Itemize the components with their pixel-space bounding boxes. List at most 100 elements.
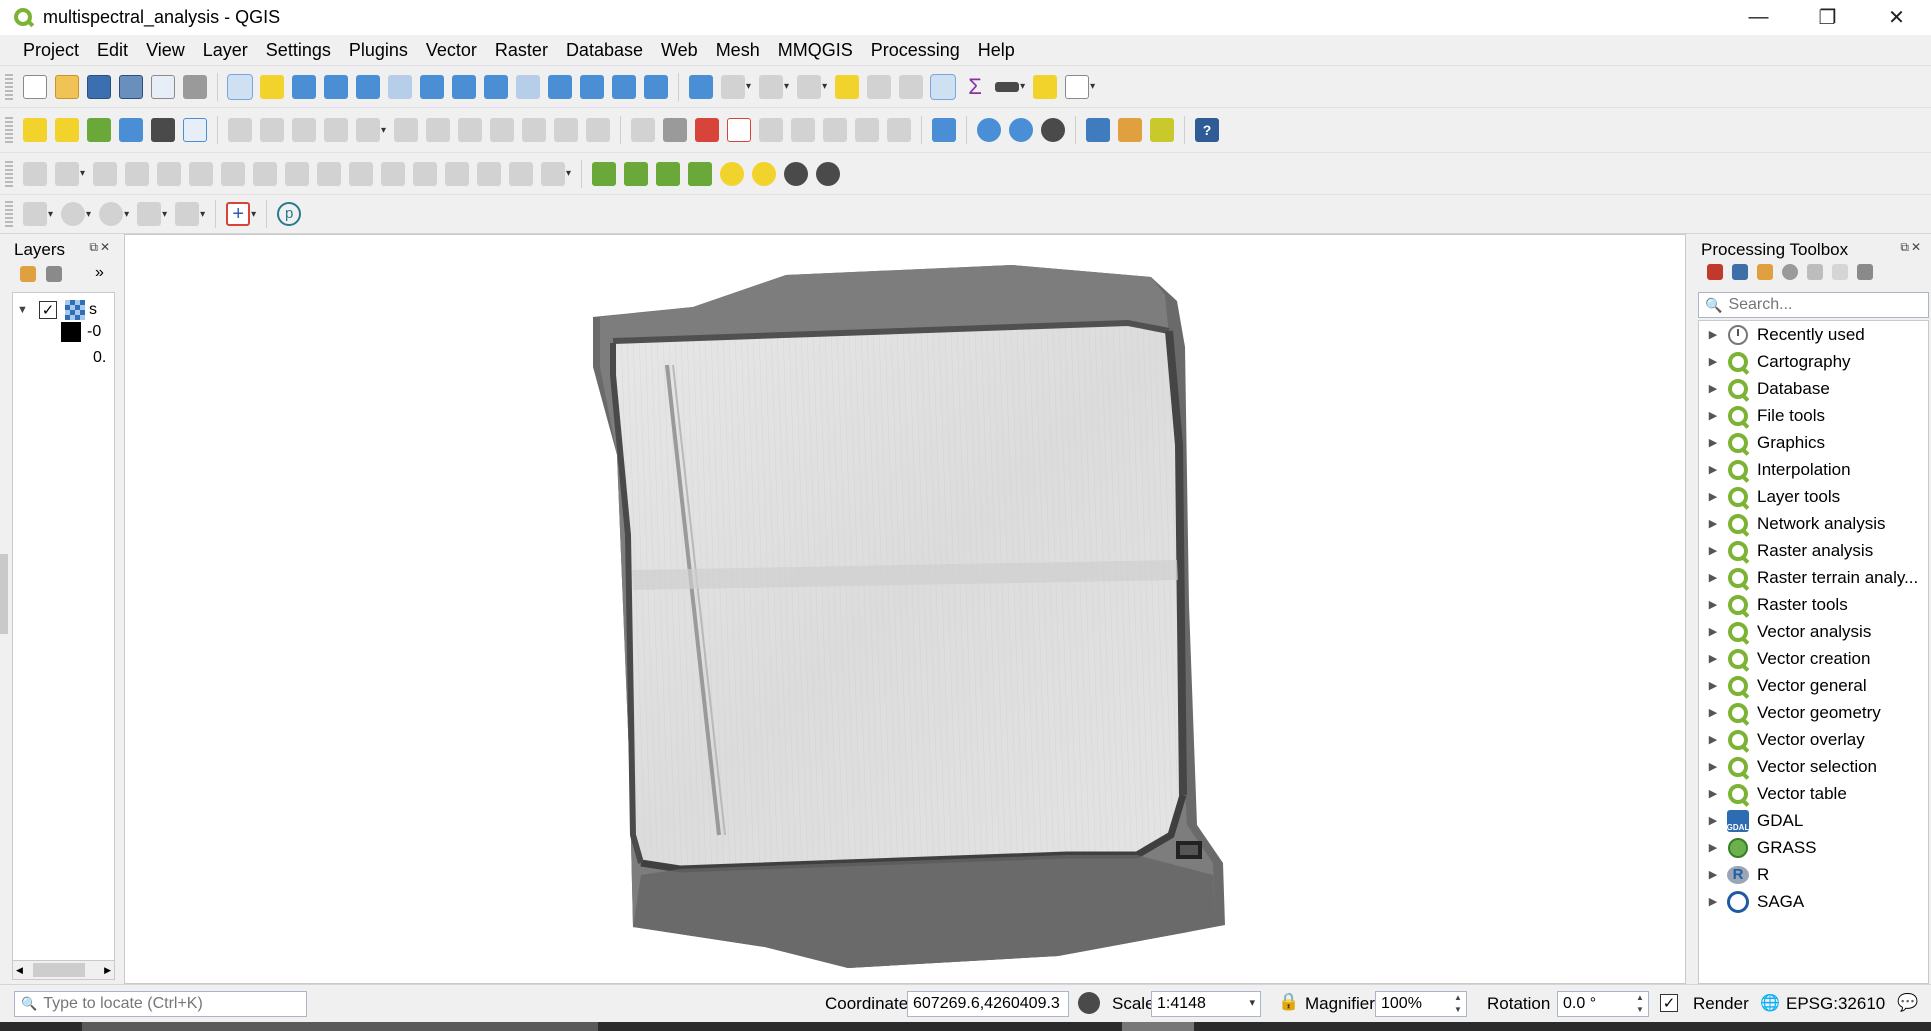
cut-features-icon[interactable] bbox=[458, 118, 483, 142]
metasearch-icon[interactable] bbox=[977, 118, 1002, 142]
toggle-extents-mouse-icon[interactable] bbox=[1078, 992, 1100, 1014]
provider-recently-used[interactable]: ▶ Recently used bbox=[1699, 321, 1865, 348]
rotate-point-symbols-icon[interactable] bbox=[509, 161, 534, 186]
dropdown-arrow-icon[interactable]: ▾ bbox=[86, 209, 91, 220]
expand-arrow-icon[interactable]: ▶ bbox=[1699, 436, 1727, 449]
expand-arrow-icon[interactable]: ▶ bbox=[1699, 409, 1727, 422]
edit-features-in-place-icon[interactable] bbox=[1832, 264, 1848, 280]
zoom-in-icon[interactable] bbox=[292, 74, 316, 99]
delete-ring-icon[interactable] bbox=[253, 161, 278, 186]
delete-part-icon[interactable] bbox=[285, 161, 310, 186]
dropdown-arrow-icon[interactable]: ▾ bbox=[80, 168, 85, 179]
expand-arrow-icon[interactable]: ▶ bbox=[1699, 625, 1727, 638]
python-console-icon[interactable] bbox=[1086, 118, 1111, 142]
expand-arrow-icon[interactable]: ▶ bbox=[1699, 598, 1727, 611]
add-circular-string-icon[interactable] bbox=[23, 202, 47, 226]
zoom-next-icon[interactable] bbox=[516, 74, 540, 99]
panel-float-close-icon[interactable]: ⧉✕ bbox=[1900, 240, 1923, 255]
map-canvas[interactable] bbox=[124, 234, 1686, 984]
dropdown-arrow-icon[interactable]: ▾ bbox=[200, 209, 205, 220]
provider-cartography[interactable]: ▶ Cartography bbox=[1699, 348, 1851, 375]
zoom-native-resolution-icon[interactable] bbox=[452, 74, 476, 99]
add-circle-icon[interactable] bbox=[61, 202, 86, 226]
dropdown-arrow-icon[interactable]: ▾ bbox=[1249, 996, 1255, 1009]
new-mesh-layer-icon[interactable] bbox=[183, 118, 207, 142]
scripts-icon[interactable] bbox=[1732, 264, 1748, 280]
provider-grass[interactable]: ▶ GRASS bbox=[1699, 834, 1817, 861]
pan-to-selection-icon[interactable] bbox=[260, 74, 284, 99]
models-icon[interactable] bbox=[1707, 264, 1723, 280]
zoom-full-icon[interactable] bbox=[356, 74, 380, 99]
dropdown-arrow-icon[interactable]: ▾ bbox=[746, 81, 751, 92]
new-shapefile-layer-icon[interactable] bbox=[87, 118, 111, 142]
redo-icon[interactable] bbox=[586, 118, 611, 142]
save-project-icon[interactable] bbox=[87, 74, 111, 99]
minimize-button[interactable]: — bbox=[1724, 0, 1793, 35]
collapse-arrow-icon[interactable]: ▼ bbox=[17, 304, 33, 316]
split-parts-icon[interactable] bbox=[413, 161, 438, 186]
menu-web[interactable]: Web bbox=[652, 35, 707, 65]
measure-line-icon[interactable] bbox=[995, 81, 1020, 92]
advanced-digitizing-icon[interactable] bbox=[23, 161, 47, 186]
zoom-to-selection-icon[interactable] bbox=[388, 74, 412, 99]
expand-arrow-icon[interactable]: ▶ bbox=[1699, 382, 1727, 395]
provider-vector-creation[interactable]: ▶ Vector creation bbox=[1699, 645, 1870, 672]
simplify-feature-icon[interactable] bbox=[125, 161, 150, 186]
add-ring-icon[interactable] bbox=[157, 161, 182, 186]
menu-database[interactable]: Database bbox=[557, 35, 652, 65]
provider-raster-tools[interactable]: ▶ Raster tools bbox=[1699, 591, 1848, 618]
expand-arrow-icon[interactable]: ▶ bbox=[1699, 814, 1727, 827]
scale-combo[interactable]: 1:4148 ▾ bbox=[1151, 991, 1261, 1017]
spin-arrows-icon[interactable]: ▲ ▼ bbox=[1450, 992, 1466, 1016]
layers-horizontal-scrollbar[interactable]: ◀ ▶ bbox=[12, 960, 115, 980]
menu-settings[interactable]: Settings bbox=[257, 35, 340, 65]
expand-arrow-icon[interactable]: ▶ bbox=[1699, 733, 1727, 746]
provider-database[interactable]: ▶ Database bbox=[1699, 375, 1830, 402]
history-icon[interactable] bbox=[1782, 264, 1798, 280]
local-histogram-stretch-icon[interactable] bbox=[624, 161, 649, 186]
provider-vector-selection[interactable]: ▶ Vector selection bbox=[1699, 753, 1877, 780]
toolbox-search-input[interactable] bbox=[1728, 296, 1929, 314]
data-source-manager-icon[interactable] bbox=[23, 118, 47, 142]
paste-features-icon[interactable] bbox=[522, 118, 547, 142]
new-project-icon[interactable] bbox=[23, 74, 47, 99]
provider-vector-geometry[interactable]: ▶ Vector geometry bbox=[1699, 699, 1881, 726]
rotate-label-icon[interactable] bbox=[823, 118, 848, 142]
globe-icon[interactable]: 🌐 bbox=[1760, 993, 1780, 1013]
statistical-summary-table-icon[interactable] bbox=[899, 74, 924, 99]
refresh-icon[interactable] bbox=[644, 74, 668, 99]
offset-curve-icon[interactable] bbox=[349, 161, 374, 186]
identify-features-icon[interactable] bbox=[689, 74, 713, 99]
rotate-feature-icon[interactable] bbox=[93, 161, 118, 186]
menu-edit[interactable]: Edit bbox=[88, 35, 137, 65]
open-project-icon[interactable] bbox=[55, 74, 79, 99]
processing-toolbox-icon[interactable] bbox=[930, 73, 957, 100]
expand-arrow-icon[interactable]: ▶ bbox=[1699, 490, 1727, 503]
spin-arrows-icon[interactable]: ▲ ▼ bbox=[1632, 992, 1648, 1016]
crs-button[interactable]: EPSG:32610 bbox=[1786, 994, 1885, 1014]
locator-bar[interactable]: 🔍 Type to locate (Ctrl+K) bbox=[14, 991, 307, 1017]
provider-vector-analysis[interactable]: ▶ Vector analysis bbox=[1699, 618, 1871, 645]
close-button[interactable]: ✕ bbox=[1862, 0, 1931, 35]
provider-saga[interactable]: ▶ SAGA bbox=[1699, 888, 1804, 915]
layer-labeling-icon[interactable] bbox=[631, 118, 656, 142]
menu-raster[interactable]: Raster bbox=[486, 35, 557, 65]
pan-map-icon[interactable] bbox=[227, 73, 253, 100]
plugin-reloader-icon[interactable] bbox=[1118, 118, 1143, 142]
histogram-stretch-icon[interactable] bbox=[592, 161, 617, 186]
menu-plugins[interactable]: Plugins bbox=[340, 35, 417, 65]
delete-selected-icon[interactable] bbox=[426, 118, 451, 142]
dropdown-arrow-icon[interactable]: ▾ bbox=[381, 125, 386, 136]
restore-button[interactable]: ❐ bbox=[1793, 0, 1862, 35]
provider-vector-overlay[interactable]: ▶ Vector overlay bbox=[1699, 726, 1865, 753]
show-bookmarks-icon[interactable] bbox=[612, 74, 636, 99]
fill-ring-icon[interactable] bbox=[221, 161, 246, 186]
dropdown-arrow-icon[interactable]: ▾ bbox=[162, 209, 167, 220]
toolbar-grip[interactable] bbox=[5, 201, 13, 227]
dropdown-arrow-icon[interactable]: ▾ bbox=[784, 81, 789, 92]
current-edits-icon[interactable] bbox=[228, 118, 252, 142]
scroll-thumb[interactable] bbox=[33, 963, 85, 977]
add-ellipse-icon[interactable] bbox=[99, 202, 124, 226]
menu-mesh[interactable]: Mesh bbox=[707, 35, 769, 65]
modify-attributes-icon[interactable] bbox=[394, 118, 419, 142]
